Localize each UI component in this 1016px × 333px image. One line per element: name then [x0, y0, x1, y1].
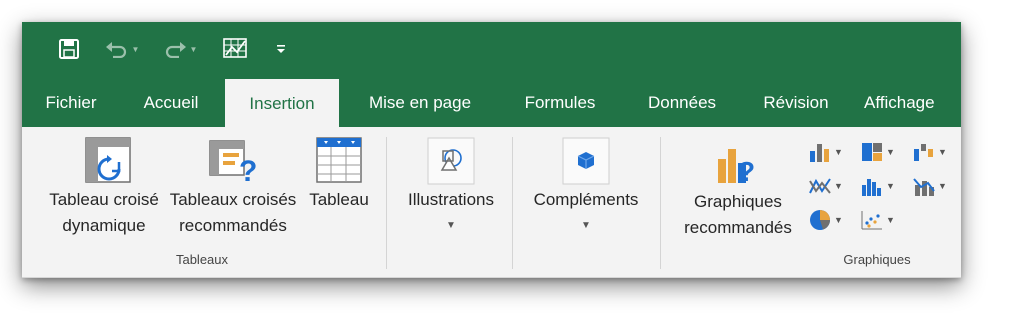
tab-insertion[interactable]: Insertion	[225, 79, 339, 127]
column-chart-icon	[810, 144, 829, 162]
line-chart-icon	[809, 178, 831, 194]
illustrations-button[interactable]: Illustrations ▼	[392, 135, 510, 239]
illustrations-icon	[427, 137, 475, 185]
scatter-chart-icon	[861, 211, 882, 230]
group-separator	[512, 137, 513, 269]
chevron-down-icon: ▼	[446, 220, 456, 231]
column-chart-button[interactable]: ▼	[808, 139, 848, 165]
pie-chart-button[interactable]: ▼	[808, 207, 848, 233]
line-chart-button[interactable]: ▼	[808, 173, 848, 199]
recommended-charts-line1: Graphiques	[694, 192, 782, 211]
group-label-graphiques: Graphiques	[843, 252, 911, 267]
illustrations-label: Illustrations	[408, 190, 494, 209]
tab-donnees[interactable]: Données	[632, 78, 732, 127]
group-separator	[386, 137, 387, 269]
waterfall-chart-button[interactable]: ▼	[912, 139, 952, 165]
chevron-down-icon: ▼	[938, 147, 947, 157]
pivot-table-icon	[85, 137, 131, 183]
chevron-down-icon: ▼	[834, 215, 843, 225]
recommended-charts-line2: recommandés	[684, 218, 792, 237]
chevron-down-icon: ▼	[886, 147, 895, 157]
pie-chart-icon	[810, 210, 830, 230]
pivot-label-line2: dynamique	[62, 216, 146, 235]
chevron-down-icon: ▼	[834, 147, 843, 157]
hierarchy-chart-icon	[862, 143, 882, 161]
complements-label: Compléments	[533, 190, 639, 209]
quick-access-toolbar: ▼ ▼	[22, 22, 961, 78]
svg-text:?: ?	[738, 156, 755, 187]
hierarchy-chart-button[interactable]: ▼	[860, 139, 900, 165]
add-ins-icon	[562, 137, 610, 185]
excel-window: ▼ ▼ Fichier Accueil Insertion Mise en pa…	[22, 22, 961, 278]
tab-affichage[interactable]: Affichage	[864, 78, 961, 127]
tab-mise-en-page[interactable]: Mise en page	[355, 78, 485, 127]
table-label: Tableau	[309, 190, 369, 209]
recommended-pivot-icon: ?	[209, 140, 257, 185]
group-separator	[660, 137, 661, 269]
complements-button[interactable]: Compléments ▼	[518, 135, 654, 239]
svg-text:?: ?	[239, 155, 257, 185]
chevron-down-icon: ▼	[886, 215, 895, 225]
histogram-chart-icon	[862, 179, 881, 196]
redo-icon[interactable]: ▼	[160, 36, 200, 62]
recommended-pivot-button[interactable]: ? Tableaux croisés recommandés	[164, 135, 302, 239]
pivot-label-line1: Tableau croisé	[49, 190, 159, 209]
customize-qat-icon[interactable]	[274, 36, 288, 62]
group-label-tableaux: Tableaux	[175, 252, 229, 267]
combo-chart-button[interactable]: ▼	[912, 173, 952, 199]
table-button[interactable]: Tableau	[304, 135, 374, 213]
undo-icon[interactable]: ▼	[102, 36, 142, 62]
save-icon[interactable]	[56, 36, 82, 62]
chevron-down-icon: ▼	[581, 220, 591, 231]
scatter-chart-button[interactable]: ▼	[860, 207, 900, 233]
chevron-down-icon: ▼	[938, 181, 947, 191]
tab-formules[interactable]: Formules	[509, 78, 611, 127]
recommended-pivot-line2: recommandés	[179, 216, 287, 235]
recommended-pivot-line1: Tableaux croisés	[169, 190, 297, 209]
ribbon-tabs: Fichier Accueil Insertion Mise en page F…	[22, 78, 961, 127]
combo-chart-icon	[913, 178, 935, 196]
recommended-charts-icon: ?	[718, 149, 755, 187]
chevron-down-icon: ▼	[834, 181, 843, 191]
waterfall-chart-icon	[914, 144, 933, 161]
tab-fichier[interactable]: Fichier	[32, 78, 110, 127]
ribbon-panel: Tableau croisé dynamique ? Tableaux croi…	[22, 127, 961, 278]
pivot-table-button[interactable]: Tableau croisé dynamique	[34, 135, 174, 239]
chart-wizard-icon[interactable]	[220, 36, 250, 62]
statistic-chart-button[interactable]: ▼	[860, 173, 900, 199]
recommended-charts-button[interactable]: ? Graphiques recommandés	[672, 141, 804, 241]
tab-accueil[interactable]: Accueil	[130, 78, 212, 127]
tab-revision[interactable]: Révision	[750, 78, 842, 127]
table-icon	[316, 137, 362, 183]
chevron-down-icon: ▼	[886, 181, 895, 191]
